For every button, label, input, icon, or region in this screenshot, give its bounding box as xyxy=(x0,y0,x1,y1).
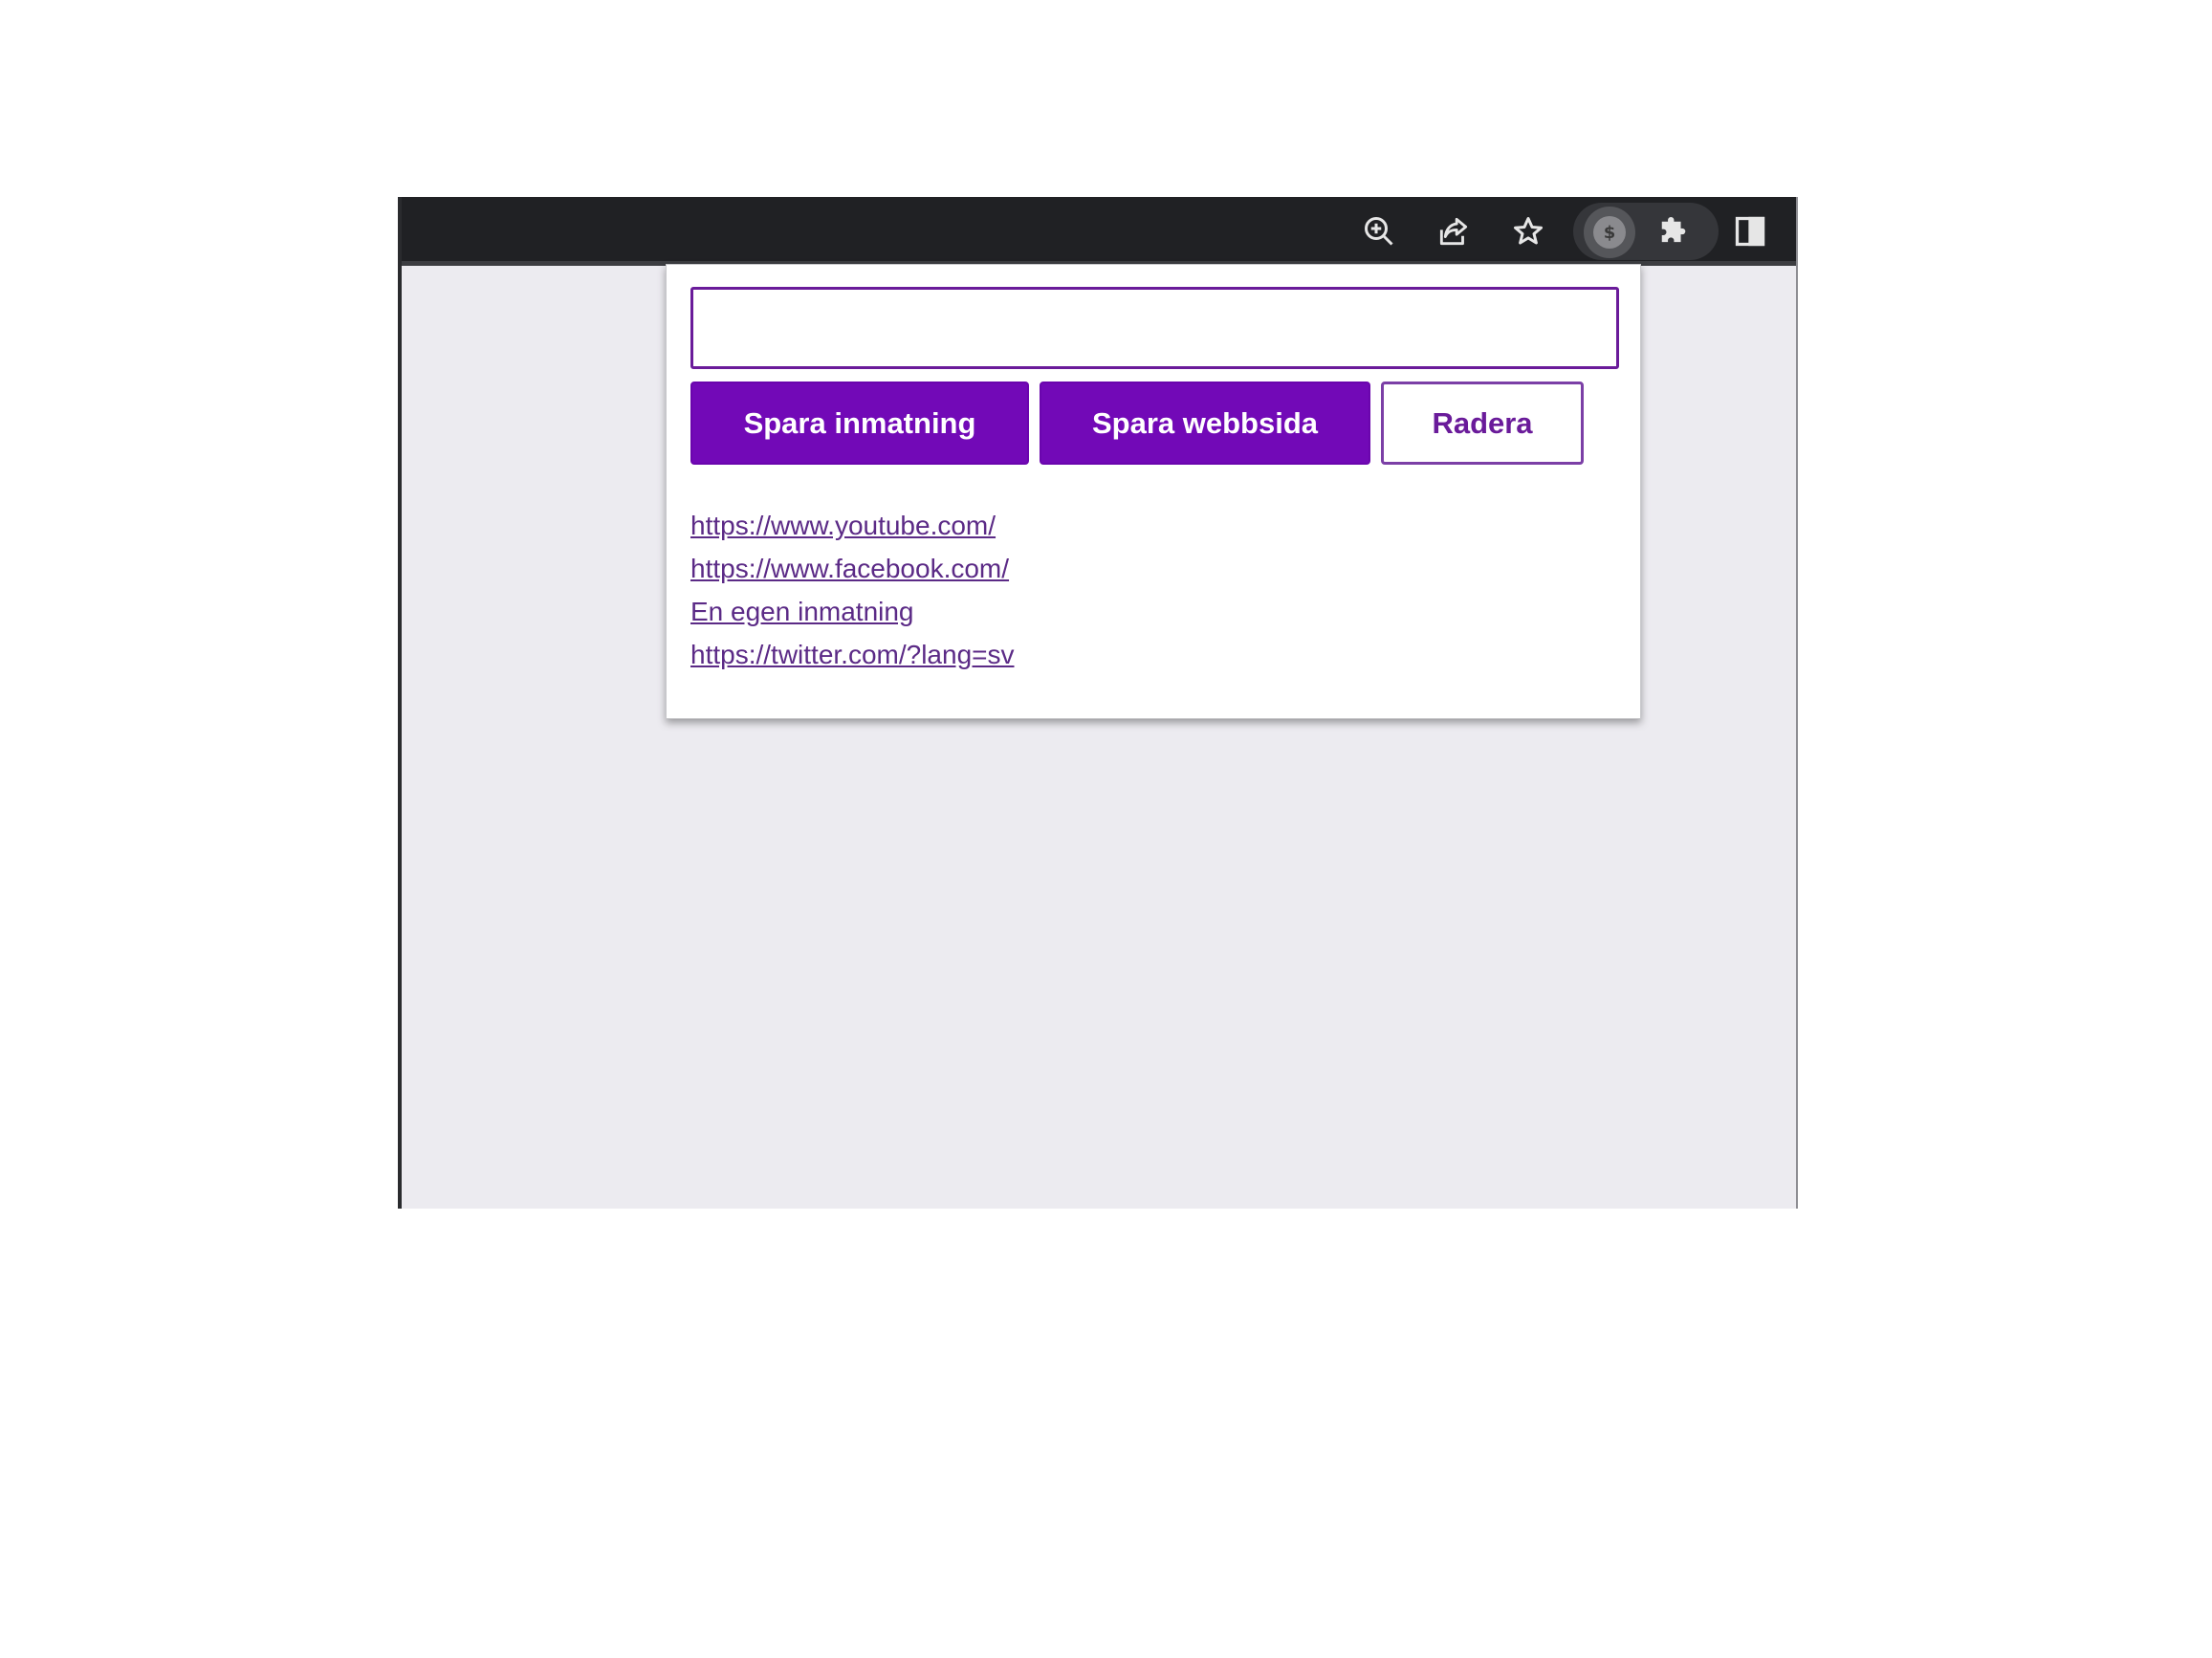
saved-link[interactable]: https://twitter.com/?lang=sv xyxy=(690,640,1015,669)
list-item: https://twitter.com/?lang=sv xyxy=(690,633,1015,676)
saved-link[interactable]: En egen inmatning xyxy=(690,597,914,626)
coin-icon: $ xyxy=(1593,216,1626,249)
entry-input[interactable] xyxy=(690,287,1619,369)
extension-active-icon[interactable]: $ xyxy=(1584,207,1635,258)
list-item: En egen inmatning xyxy=(690,590,1015,633)
saved-link[interactable]: https://www.youtube.com/ xyxy=(690,511,996,540)
extension-popup: Spara inmatning Spara webbsida Radera ht… xyxy=(666,264,1641,719)
extensions-puzzle-icon[interactable] xyxy=(1654,210,1697,252)
bookmark-star-icon[interactable] xyxy=(1507,210,1549,252)
delete-button[interactable]: Radera xyxy=(1381,382,1584,465)
saved-link[interactable]: https://www.facebook.com/ xyxy=(690,554,1009,583)
list-item: https://www.facebook.com/ xyxy=(690,547,1015,590)
save-tab-button[interactable]: Spara webbsida xyxy=(1040,382,1370,465)
save-input-button[interactable]: Spara inmatning xyxy=(690,382,1029,465)
browser-toolbar: $ xyxy=(402,197,1796,266)
side-panel-icon[interactable] xyxy=(1729,210,1771,252)
share-icon[interactable] xyxy=(1433,210,1475,252)
zoom-in-icon[interactable] xyxy=(1358,210,1400,252)
list-item: https://www.youtube.com/ xyxy=(690,504,1015,547)
saved-links-list: https://www.youtube.com/ https://www.fac… xyxy=(690,504,1015,676)
